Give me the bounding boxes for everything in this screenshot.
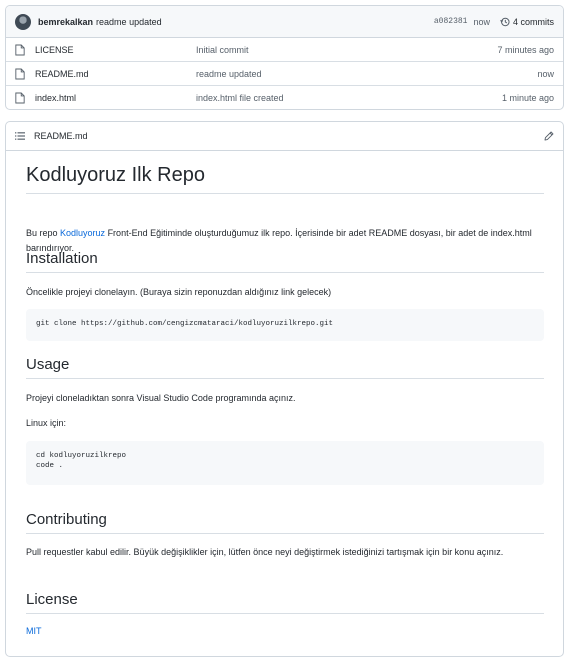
readme-title-heading: Kodluyoruz Ilk Repo	[26, 164, 544, 194]
file-commit-time: now	[537, 68, 554, 79]
file-commit-message[interactable]: Initial commit	[196, 45, 497, 55]
commit-time: now	[473, 16, 490, 27]
readme-panel: README.md Kodluyoruz Ilk Repo Bu repo Ko…	[5, 121, 564, 657]
file-name[interactable]: README.md	[35, 69, 196, 79]
usage-heading: Usage	[26, 356, 544, 379]
pencil-icon[interactable]	[544, 131, 554, 141]
commit-sha[interactable]: a082381	[434, 17, 468, 26]
file-name[interactable]: index.html	[35, 93, 196, 103]
commit-message[interactable]: readme updated	[96, 17, 162, 27]
linux-label: Linux için:	[26, 418, 67, 428]
contributing-text: Pull requestler kabul edilir. Büyük deği…	[26, 547, 504, 557]
kodluyoruz-link[interactable]: Kodluyoruz	[60, 228, 105, 238]
file-icon	[15, 92, 25, 104]
readme-header: README.md	[6, 122, 563, 151]
latest-commit-bar: bemrekalkan readme updated a082381 now 4…	[6, 6, 563, 38]
file-icon	[15, 44, 25, 55]
contributing-heading: Contributing	[26, 511, 544, 534]
file-name[interactable]: LICENSE	[35, 45, 196, 55]
file-row[interactable]: README.md readme updated now	[6, 62, 563, 86]
readme-filename[interactable]: README.md	[34, 131, 88, 141]
file-commit-message[interactable]: readme updated	[196, 69, 537, 79]
commit-author[interactable]: bemrekalkan	[38, 17, 93, 27]
file-browser: bemrekalkan readme updated a082381 now 4…	[5, 5, 564, 110]
commits-count: 4 commits	[512, 16, 554, 27]
intro-text-before: Bu repo	[26, 228, 61, 238]
commits-history-link[interactable]: 4 commits	[500, 17, 554, 27]
commit-meta: a082381 now 4 commits	[434, 17, 554, 27]
file-row[interactable]: LICENSE Initial commit 7 minutes ago	[6, 38, 563, 62]
license-paragraph: MIT	[26, 624, 544, 639]
file-commit-message[interactable]: index.html file created	[196, 93, 502, 103]
file-commit-time: 1 minute ago	[501, 93, 554, 103]
usage-text: Projeyi cloneladıktan sonra Visual Studi…	[26, 393, 296, 403]
list-icon[interactable]	[15, 131, 25, 141]
mit-license-link[interactable]: MIT	[26, 626, 42, 636]
installation-code-block[interactable]: git clone https://github.com/cengizcmata…	[26, 309, 544, 341]
license-heading: License	[26, 591, 544, 614]
file-row[interactable]: index.html index.html file created 1 min…	[6, 86, 563, 109]
usage-code-block[interactable]: cd kodluyoruzilkrepo code .	[26, 441, 544, 485]
installation-text: Öncelikle projeyi clonelayın. (Buraya si…	[26, 287, 332, 297]
file-icon	[15, 68, 25, 79]
installation-heading: Installation	[26, 250, 544, 273]
user-avatar[interactable]	[15, 13, 31, 30]
file-commit-time: 7 minutes ago	[497, 44, 554, 55]
history-icon	[500, 17, 510, 26]
